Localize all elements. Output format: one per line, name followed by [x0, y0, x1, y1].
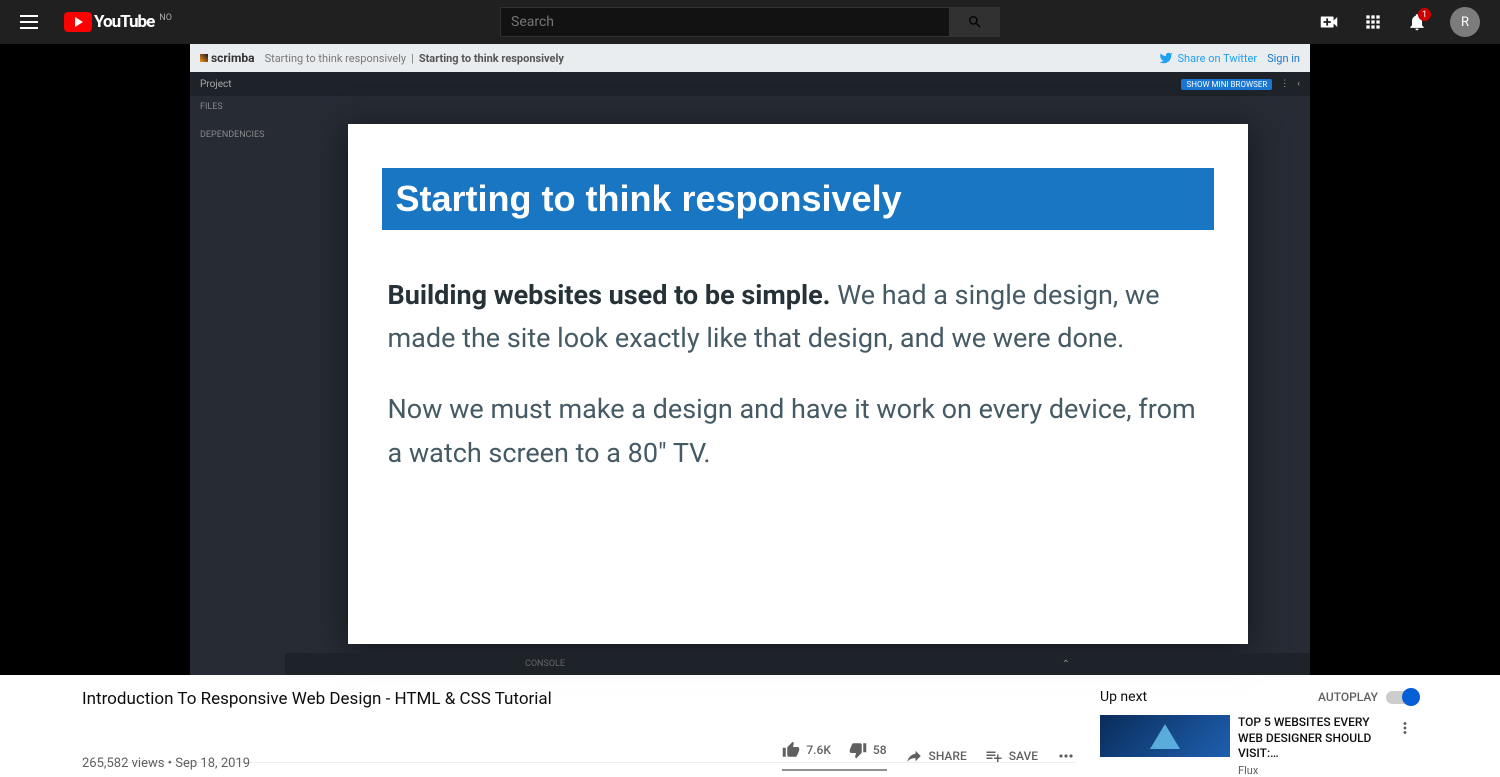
project-label: Project: [200, 79, 232, 90]
search-button[interactable]: [950, 7, 1000, 37]
up-next-header: Up next AUTOPLAY: [1100, 689, 1418, 705]
search-form: [500, 7, 1000, 37]
chevron-left-icon: ‹: [1297, 79, 1300, 89]
show-browser-button: SHOW MINI BROWSER: [1181, 79, 1272, 90]
youtube-header: YouTube NO 1 R: [0, 0, 1500, 44]
avatar-button[interactable]: R: [1450, 7, 1480, 37]
youtube-logo[interactable]: YouTube NO: [64, 12, 172, 32]
country-code: NO: [159, 13, 172, 23]
play-icon: [64, 12, 92, 32]
console-bar: CONSOLE ⌃: [285, 653, 1310, 675]
more-horiz-icon: [1056, 746, 1076, 766]
signin-link: Sign in: [1267, 52, 1300, 65]
dislike-button[interactable]: 58: [849, 741, 887, 759]
search-icon: [967, 14, 983, 30]
next-video-channel: Flux: [1238, 764, 1384, 777]
save-button[interactable]: SAVE: [985, 747, 1038, 765]
share-twitter-link: Share on Twitter: [1159, 51, 1257, 65]
more-vert-icon: [1396, 719, 1414, 737]
video-content: scrimba Starting to think responsively |…: [190, 44, 1310, 675]
more-icon: ⋮: [1280, 79, 1289, 89]
chevron-up-icon: ⌃: [1062, 659, 1070, 670]
apps-icon: [1363, 12, 1383, 32]
video-title: Introduction To Responsive Web Design - …: [82, 689, 1076, 709]
search-input[interactable]: [500, 7, 950, 37]
next-video-title: TOP 5 WEBSITES EVERY WEB DESIGNER SHOULD…: [1238, 715, 1384, 762]
playlist-add-icon: [985, 747, 1003, 765]
scrimba-topbar: scrimba Starting to think responsively |…: [190, 44, 1310, 72]
ide-main: Starting to think responsively Building …: [285, 96, 1310, 651]
guide-menu-button[interactable]: [20, 10, 44, 34]
apps-button[interactable]: [1362, 11, 1384, 33]
up-next-label: Up next: [1100, 689, 1147, 705]
avatar-letter: R: [1461, 15, 1469, 30]
breadcrumb-parent: Starting to think responsively: [265, 52, 407, 65]
video-stats: 265,582 views • Sep 18, 2019: [82, 756, 250, 771]
twitter-icon: [1159, 51, 1173, 65]
ide-body: FILES DEPENDENCIES Starting to think res…: [190, 96, 1310, 651]
slide-body: Building websites used to be simple. We …: [382, 230, 1214, 475]
slide-content: Starting to think responsively Building …: [348, 124, 1248, 644]
share-button[interactable]: SHARE: [905, 747, 967, 765]
video-plus-icon: [1318, 11, 1340, 33]
notification-badge: 1: [1418, 8, 1431, 21]
below-player: Introduction To Responsive Web Design - …: [0, 675, 1500, 763]
autoplay-toggle[interactable]: [1386, 691, 1418, 704]
autoplay-control: AUTOPLAY: [1318, 690, 1418, 704]
share-icon: [905, 747, 923, 765]
slide-paragraph-1: Building websites used to be simple. We …: [388, 274, 1204, 360]
thumbs-down-icon: [849, 741, 867, 759]
console-label: CONSOLE: [525, 659, 565, 669]
video-player[interactable]: scrimba Starting to think responsively |…: [0, 44, 1500, 675]
video-meta: Introduction To Responsive Web Design - …: [82, 689, 1076, 763]
slide-title: Starting to think responsively: [382, 168, 1214, 230]
video-thumbnail: [1100, 715, 1230, 757]
like-button[interactable]: 7.6K: [782, 741, 831, 759]
notifications-button[interactable]: 1: [1406, 11, 1428, 33]
deps-label: DEPENDENCIES: [200, 130, 275, 140]
sidebar-recommendations: Up next AUTOPLAY TOP 5 WEBSITES EVERY WE…: [1100, 689, 1418, 763]
files-label: FILES: [200, 102, 275, 112]
more-actions-button[interactable]: [1056, 746, 1076, 766]
logo-text: YouTube: [94, 12, 154, 32]
next-video-item[interactable]: TOP 5 WEBSITES EVERY WEB DESIGNER SHOULD…: [1100, 715, 1418, 777]
next-video-info: TOP 5 WEBSITES EVERY WEB DESIGNER SHOULD…: [1238, 715, 1384, 777]
scrimba-logo: scrimba: [200, 51, 255, 65]
thumbs-up-icon: [782, 741, 800, 759]
video-options-button[interactable]: [1392, 715, 1418, 777]
slide-paragraph-2: Now we must make a design and have it wo…: [388, 388, 1204, 474]
header-actions: 1 R: [1318, 7, 1480, 37]
create-button[interactable]: [1318, 11, 1340, 33]
ide-sidebar: FILES DEPENDENCIES: [190, 96, 285, 651]
breadcrumb-current: Starting to think responsively: [419, 52, 564, 65]
project-bar: Project SHOW MINI BROWSER ⋮ ‹: [190, 72, 1310, 96]
